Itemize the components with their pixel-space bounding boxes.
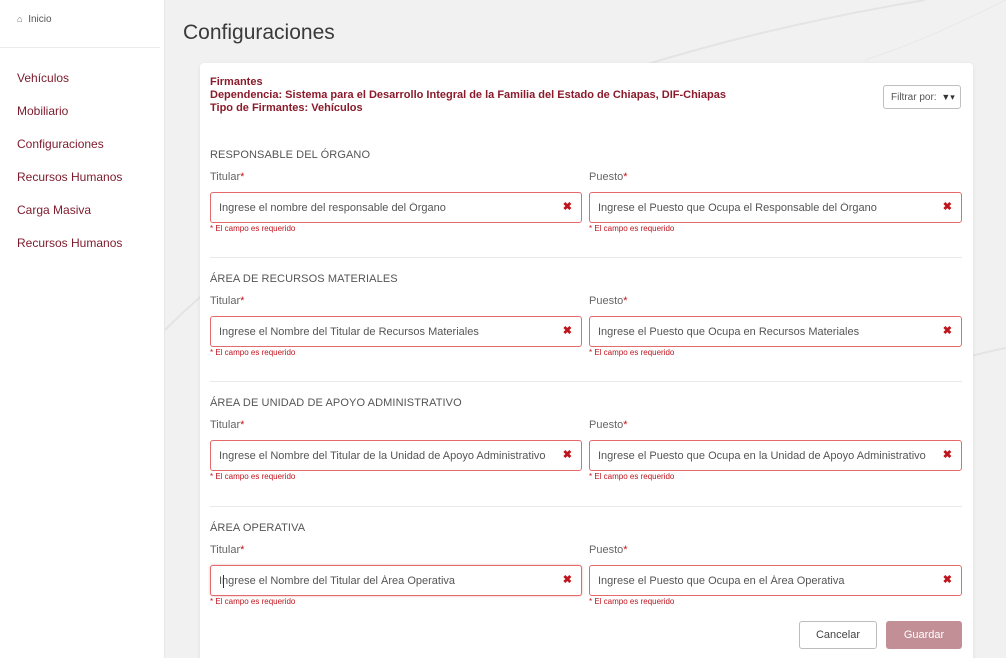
sidebar-item-recursos-humanos-2[interactable]: Recursos Humanos [0,227,164,260]
titular-label: Titular* [210,419,245,431]
sidebar: ⌂ Inicio Vehículos Mobiliario Configurac… [0,0,165,658]
main-area: Configuraciones Firmantes Dependencia: S… [165,0,1006,658]
titular-error: * El campo es requerido [210,597,296,606]
section-apoyo-administrativo: ÁREA DE UNIDAD DE APOYO ADMINISTRATIVO T… [210,397,962,481]
sidebar-item-vehiculos[interactable]: Vehículos [0,62,164,95]
clear-icon[interactable]: ✖ [563,448,572,461]
titular-label: Titular* [210,295,245,307]
home-icon: ⌂ [17,14,23,24]
puesto-field[interactable]: ✖ [589,565,962,596]
puesto-label: Puesto* [589,295,628,307]
divider [210,257,962,258]
titular-label: Titular* [210,171,245,183]
cancel-button[interactable]: Cancelar [799,621,877,649]
sidebar-nav: Vehículos Mobiliario Configuraciones Rec… [0,48,164,260]
section-recursos-materiales: ÁREA DE RECURSOS MATERIALES Titular* Pue… [210,273,962,357]
puesto-input[interactable] [590,441,931,470]
section-title: ÁREA OPERATIVA [210,522,306,534]
clear-icon[interactable]: ✖ [563,573,572,586]
puesto-input[interactable] [590,193,931,222]
clear-icon[interactable]: ✖ [943,200,952,213]
titular-input[interactable] [211,317,551,346]
titular-input[interactable] [211,193,551,222]
section-title: RESPONSABLE DEL ÓRGANO [210,149,371,161]
titular-label: Titular* [210,544,245,556]
clear-icon[interactable]: ✖ [563,324,572,337]
puesto-input[interactable] [590,566,931,595]
clear-icon[interactable]: ✖ [943,324,952,337]
puesto-error: * El campo es requerido [589,348,675,357]
titular-error: * El campo es requerido [210,348,296,357]
text-cursor [223,575,224,588]
titular-error: * El campo es requerido [210,472,296,481]
clear-icon[interactable]: ✖ [943,573,952,586]
home-label: Inicio [28,14,52,25]
puesto-label: Puesto* [589,419,628,431]
sidebar-item-carga-masiva[interactable]: Carga Masiva [0,194,164,227]
section-title: ÁREA DE UNIDAD DE APOYO ADMINISTRATIVO [210,397,462,409]
section-responsable: RESPONSABLE DEL ÓRGANO Titular* Puesto* … [210,149,962,233]
home-link[interactable]: ⌂ Inicio [0,0,160,48]
section-area-operativa: ÁREA OPERATIVA Titular* Puesto* ✖ ✖ * El… [210,522,962,606]
titular-field[interactable]: ✖ [210,565,582,596]
save-button[interactable]: Guardar [886,621,962,649]
titular-input[interactable] [211,441,551,470]
sidebar-item-configuraciones[interactable]: Configuraciones [0,128,164,161]
puesto-label: Puesto* [589,171,628,183]
titular-error: * El campo es requerido [210,224,296,233]
puesto-field[interactable]: ✖ [589,192,962,223]
puesto-error: * El campo es requerido [589,597,675,606]
titular-field[interactable]: ✖ [210,192,582,223]
puesto-error: * El campo es requerido [589,224,675,233]
dependencia-text: Dependencia: Sistema para el Desarrollo … [210,89,726,101]
card-header: Firmantes Dependencia: Sistema para el D… [210,76,726,115]
tipo-firmantes-text: Tipo de Firmantes: Vehículos [210,102,363,114]
titular-field[interactable]: ✖ [210,440,582,471]
sidebar-item-mobiliario[interactable]: Mobiliario [0,95,164,128]
filter-button[interactable]: Filtrar por: ▼▾ [883,85,961,109]
page-title: Configuraciones [183,21,335,44]
titular-input[interactable] [211,566,551,595]
puesto-input[interactable] [590,317,931,346]
filter-label: Filtrar por: [891,92,937,103]
clear-icon[interactable]: ✖ [563,200,572,213]
titular-field[interactable]: ✖ [210,316,582,347]
puesto-error: * El campo es requerido [589,472,675,481]
form-card: Firmantes Dependencia: Sistema para el D… [200,63,973,658]
clear-icon[interactable]: ✖ [943,448,952,461]
divider [210,381,962,382]
puesto-field[interactable]: ✖ [589,316,962,347]
puesto-field[interactable]: ✖ [589,440,962,471]
section-title: ÁREA DE RECURSOS MATERIALES [210,273,398,285]
divider [210,506,962,507]
sidebar-item-recursos-humanos[interactable]: Recursos Humanos [0,161,164,194]
puesto-label: Puesto* [589,544,628,556]
firmantes-title: Firmantes [210,76,263,88]
filter-icon: ▼▾ [941,92,955,102]
